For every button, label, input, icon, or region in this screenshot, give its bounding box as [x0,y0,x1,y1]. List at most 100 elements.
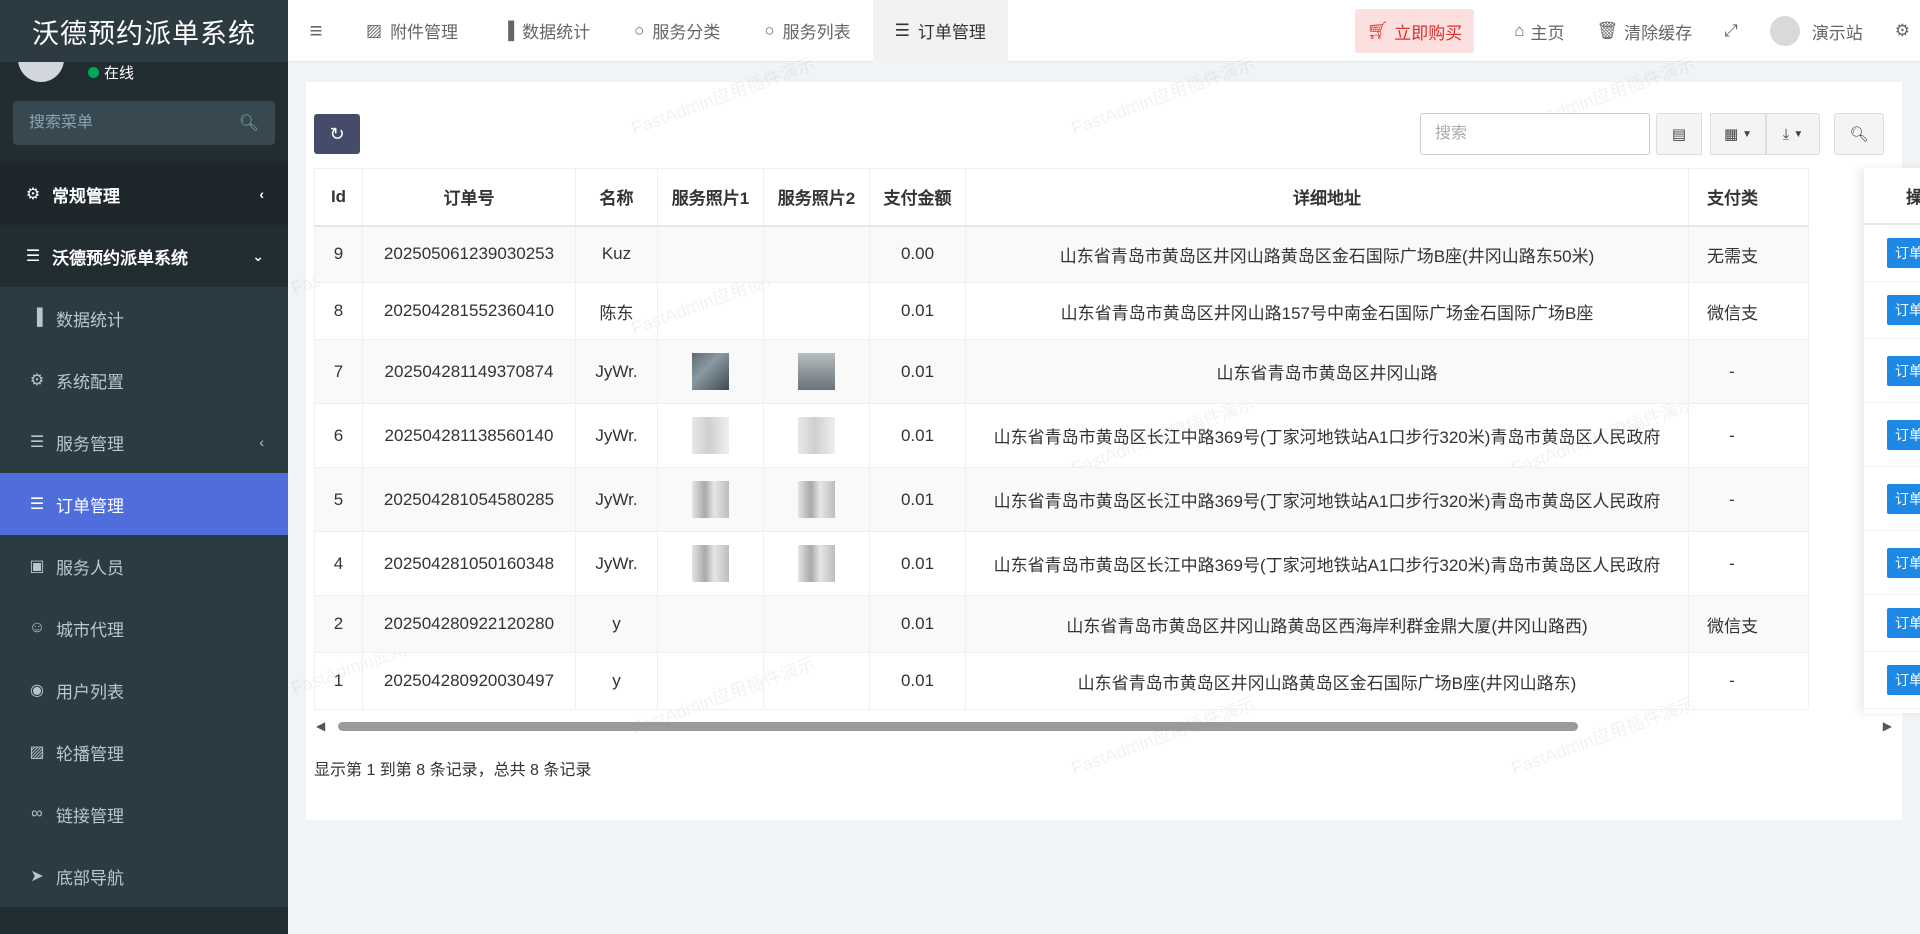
tab-service-category[interactable]: ○ 服务分类 [612,0,742,62]
service-photo-thumbnail[interactable] [798,545,835,582]
table-row: 8 202504281552360410 陈东 0.01 山东省青岛市黄岛区井冈山路15… [314,282,1809,340]
server-icon: ☰ [29,434,45,451]
sidebar-item-city-agent[interactable]: ☺ 城市代理 [0,597,288,659]
table-search-input[interactable] [1420,113,1650,155]
sidebar-item-bottom-nav[interactable]: ➤ 底部导航 [0,845,288,907]
sidebar-item-service-management[interactable]: ☰ 服务管理 ‹ [0,411,288,473]
export-button[interactable]: ⤓ ▼ [1766,113,1820,155]
tab-service-list[interactable]: ○ 服务列表 [742,0,872,62]
chevron-left-icon: ‹ [259,434,264,450]
menu-search-input[interactable] [29,114,229,132]
sidebar-item-statistics[interactable]: ▐ 数据统计 [0,287,288,349]
column-header-address[interactable]: 详细地址 [965,168,1689,227]
download-icon: ⤓ [1782,125,1790,143]
service-photo-thumbnail[interactable] [692,353,729,390]
order-detail-button[interactable]: 订单详情 [1887,665,1920,695]
column-header-photo2[interactable]: 服务照片2 [763,168,870,227]
order-table: Id 订单号 名称 服务照片1 服务照片2 支付金额 详细地址 支付类 9 202… [314,168,1809,710]
column-header-amount[interactable]: 支付金额 [869,168,966,227]
toggle-view-button[interactable]: ▤ [1656,113,1702,155]
table-row: 2 202504280922120280 y 0.01 山东省青岛市黄岛区井冈山路黄岛区… [314,595,1809,653]
home-link[interactable]: ⌂ 主页 [1498,0,1580,62]
table-row: 7 202504281149370874 JyWr. 0.01 山东省青岛市黄岛区井冈山… [314,339,1809,404]
column-header-pay-type[interactable]: 支付类 [1688,168,1809,227]
tab-order-management[interactable]: ☰ 订单管理 [872,0,1008,62]
cell-amount: 0.00 [869,225,966,283]
order-detail-button[interactable]: 订单详情 [1887,295,1920,325]
sidebar-item-label: 城市代理 [56,620,124,640]
buy-now-button[interactable]: 🛒︎ 立即购买 [1354,9,1475,53]
column-header-operations: 操作 [1864,168,1920,225]
column-header-name[interactable]: 名称 [575,168,658,227]
settings-button[interactable]: ⚙ [1885,0,1920,62]
bar-chart-icon: ▐ [31,309,43,326]
advanced-search-button[interactable]: 🔍︎ [1834,113,1884,155]
clear-cache-label: 清除缓存 [1624,23,1693,43]
scrollbar-thumb[interactable] [338,722,1578,731]
tab-attachments[interactable]: ▨ 附件管理 [344,0,480,62]
service-photo-thumbnail[interactable] [798,481,835,518]
order-detail-button[interactable]: 订单详情 [1887,419,1920,450]
columns-button[interactable]: ▦ ▼ [1710,113,1766,155]
sidebar-item-label: 服务管理 [56,434,124,454]
menu-search: 🔍︎ [13,101,275,145]
sidebar-item-service-staff[interactable]: ▣ 服务人员 [0,535,288,597]
sidebar-item-general[interactable]: ⚙ 常规管理 ‹ [0,163,288,225]
cell-address: 山东省青岛市黄岛区井冈山路 [965,339,1689,404]
column-header-photo1[interactable]: 服务照片1 [657,168,764,227]
cell-photo1 [657,225,764,283]
buy-now-label: 立即购买 [1394,23,1463,43]
refresh-icon: ↻ [329,123,345,144]
service-photo-thumbnail[interactable] [692,481,729,518]
horizontal-scrollbar[interactable]: ◀ ▶ [314,717,1894,735]
tab-label: 订单管理 [917,23,986,42]
service-photo-thumbnail[interactable] [692,417,729,454]
user-menu[interactable]: 演示站 [1754,16,1885,46]
cell-photo2 [763,282,870,340]
search-icon: 🔍︎ [1849,126,1869,143]
sidebar-item-links[interactable]: ∞ 链接管理 [0,783,288,845]
sidebar-item-order-management[interactable]: ☰ 订单管理 [0,473,288,535]
cell-photo1 [657,282,764,340]
column-header-id[interactable]: Id [314,168,363,227]
scroll-left-icon[interactable]: ◀ [316,719,325,733]
cell-name: Kuz [575,225,658,283]
column-header-order-no[interactable]: 订单号 [362,168,576,227]
cell-photo2 [763,403,870,468]
service-photo-thumbnail[interactable] [692,545,729,582]
watermark: FastAdmin应用插件演示 [628,53,818,139]
service-photo-thumbnail[interactable] [798,417,835,454]
order-detail-button[interactable]: 订单详情 [1887,608,1920,638]
sidebar-item-system-config[interactable]: ⚙ 系统配置 [0,349,288,411]
sidebar-toggle-button[interactable]: ≡ [288,0,344,62]
cell-id: 8 [314,282,363,340]
tab-statistics[interactable]: ▐ 数据统计 [480,0,612,62]
clear-cache-link[interactable]: 🗑︎ 清除缓存 [1581,0,1709,62]
app-logo[interactable]: 沃德预约派单系统 [0,0,288,62]
table-row: 5 202504281054580285 JyWr. 0.01 山东省青岛市黄岛区长江中… [314,467,1809,532]
sidebar-item-label: 链接管理 [56,806,124,826]
table-view-icon: ▤ [1671,126,1687,143]
cell-order-no: 202504280920030497 [362,652,576,710]
cell-name: JyWr. [575,531,658,596]
search-icon[interactable]: 🔍︎ [239,113,259,133]
cell-photo2 [763,531,870,596]
cell-photo1 [657,403,764,468]
cell-amount: 0.01 [869,339,966,404]
cell-order-no: 202504280922120280 [362,595,576,653]
refresh-button[interactable]: ↻ [314,114,360,154]
circle-icon: ○ [634,20,645,40]
sidebar-item-carousel[interactable]: ▨ 轮播管理 [0,721,288,783]
sidebar-item-label: 用户列表 [56,682,124,702]
service-photo-thumbnail[interactable] [798,353,835,390]
order-detail-button[interactable]: 订单详情 [1887,238,1920,268]
sidebar-item-label: 服务人员 [56,558,124,578]
sidebar-item-user-list[interactable]: ◉ 用户列表 [0,659,288,721]
sidebar-item-wode-system[interactable]: ☰ 沃德预约派单系统 ⌄ [0,225,288,287]
cell-photo2 [763,225,870,283]
order-detail-button[interactable]: 订单详情 [1887,483,1920,514]
scroll-right-icon[interactable]: ▶ [1883,719,1892,733]
order-detail-button[interactable]: 订单详情 [1887,355,1920,386]
order-detail-button[interactable]: 订单详情 [1887,547,1920,578]
fullscreen-button[interactable]: ⤢ [1708,0,1754,62]
